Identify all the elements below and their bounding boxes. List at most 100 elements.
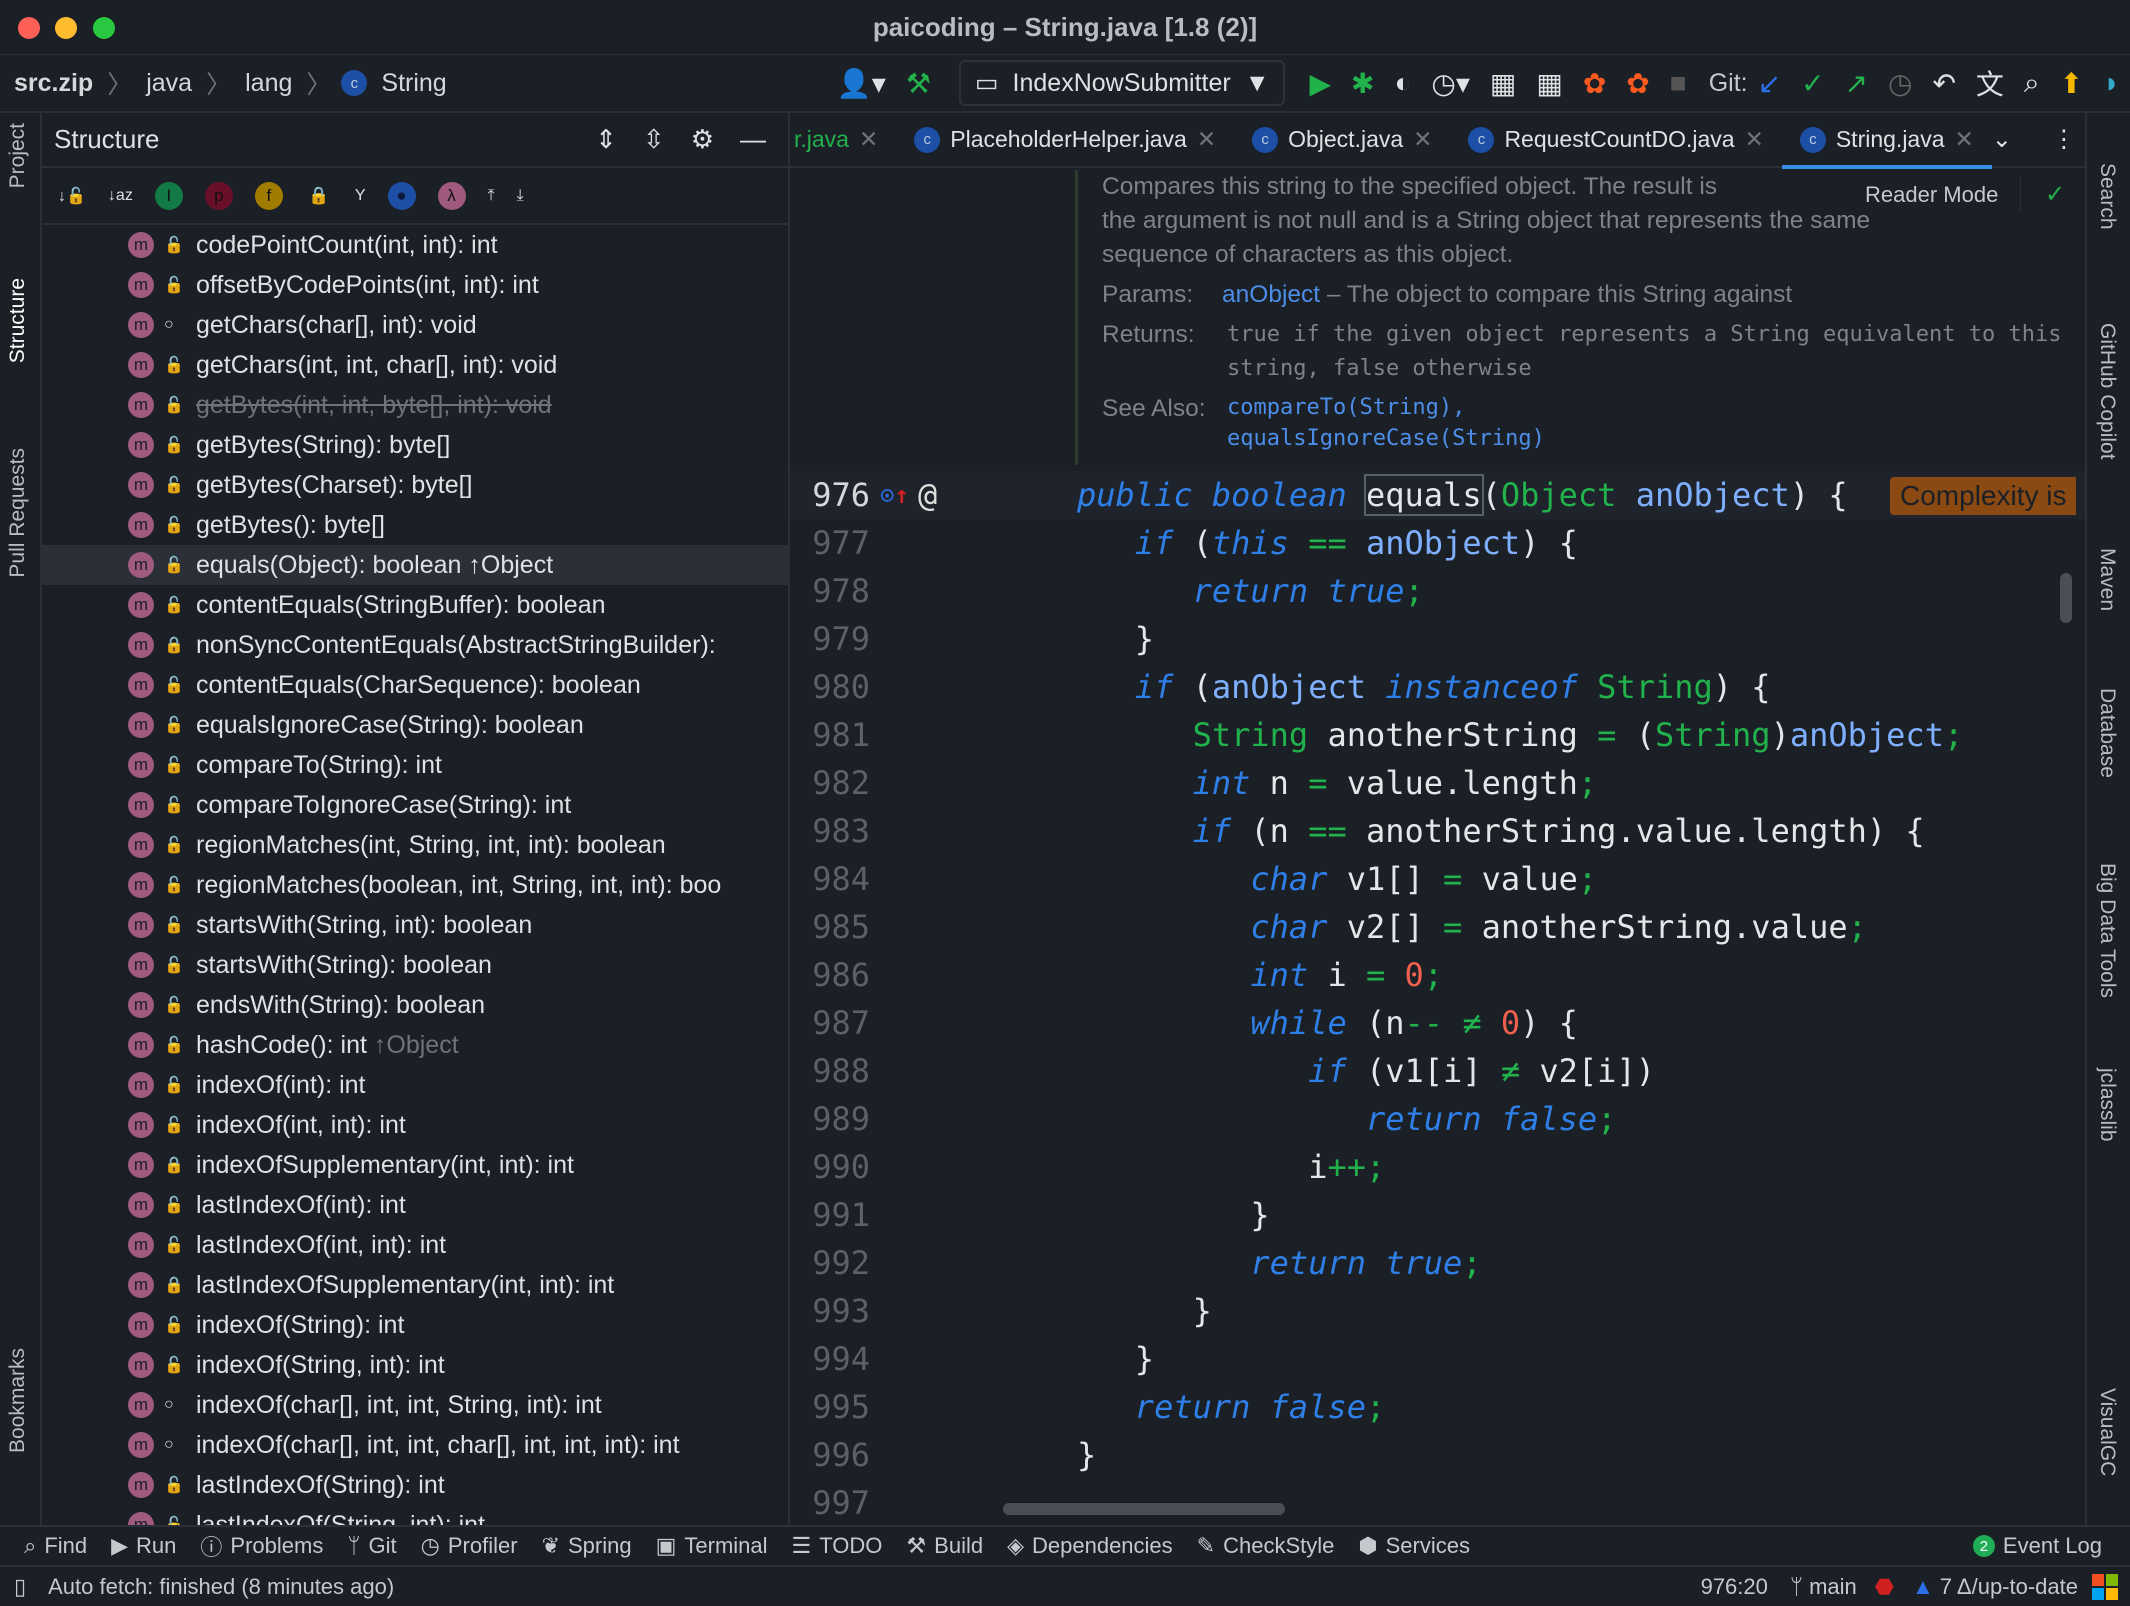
structure-item[interactable]: m ○ indexOf(char[], int, int, String, int)… (42, 1385, 788, 1425)
code-line[interactable]: 977 if (this == anObject) { (790, 519, 2085, 567)
code-line[interactable]: 986 int i = 0; (790, 951, 2085, 999)
reader-mode-toggle[interactable]: Reader Mode (1865, 178, 2022, 212)
tab-object-java[interactable]: c Object.java ✕ (1234, 113, 1450, 167)
toggle-tool-windows-icon[interactable]: ▯ (14, 1574, 26, 1600)
show-inherited-icon[interactable]: I (154, 181, 183, 210)
tool-find[interactable]: ⌕ Find (24, 1533, 87, 1559)
structure-item[interactable]: m ○ getChars(char[], int): void (42, 305, 788, 345)
structure-item[interactable]: m 🔓 getBytes(String): byte[] (42, 425, 788, 465)
tool-todo[interactable]: ☰ TODO (792, 1533, 883, 1559)
structure-item[interactable]: m 🔓 contentEquals(CharSequence): boolean (42, 665, 788, 705)
structure-item[interactable]: m 🔓 getBytes(): byte[] (42, 505, 788, 545)
code-line[interactable]: 996} (790, 1431, 2085, 1479)
structure-item[interactable]: m 🔓 equals(Object): boolean ↑Object (42, 545, 788, 585)
tool-window-pull-requests[interactable]: Pull Requests (6, 448, 30, 578)
structure-item[interactable]: m 🔓 offsetByCodePoints(int, int): int (42, 265, 788, 305)
code-line[interactable]: 991 } (790, 1191, 2085, 1239)
code-line[interactable]: 993 } (790, 1287, 2085, 1335)
see-also-link[interactable]: compareTo(String), (1227, 392, 1545, 423)
expand-all-icon[interactable]: ⇕ (595, 124, 617, 155)
tool-window-project[interactable]: Project (6, 123, 30, 188)
update-icon[interactable]: ⬆ (2060, 67, 2083, 100)
code-line[interactable]: 992 return true; (790, 1239, 2085, 1287)
code-line[interactable]: 994 } (790, 1335, 2085, 1383)
gear-icon[interactable]: ⚙ (691, 124, 714, 155)
tool-window-bookmarks[interactable]: Bookmarks (6, 1348, 30, 1453)
code-line[interactable]: 979 } (790, 615, 2085, 663)
build-hammer-icon[interactable]: ⚒ (906, 67, 931, 100)
tool-problems[interactable]: ⓘ Problems (200, 1530, 323, 1562)
tool-event-log[interactable]: 2 Event Log (1972, 1533, 2102, 1559)
structure-item[interactable]: m 🔓 indexOf(String): int (42, 1305, 788, 1345)
structure-item[interactable]: m 🔓 lastIndexOf(int): int (42, 1185, 788, 1225)
filter-icon[interactable]: Y (355, 187, 366, 205)
code-line[interactable]: 976 public boolean equals(Object anObject… (790, 471, 2085, 519)
structure-item[interactable]: m 🔓 startsWith(String, int): boolean (42, 905, 788, 945)
tool-dependencies[interactable]: ◈ Dependencies (1007, 1533, 1173, 1559)
close-tab-icon[interactable]: ✕ (1745, 126, 1764, 153)
structure-item[interactable]: m 🔓 equalsIgnoreCase(String): boolean (42, 705, 788, 745)
tool-window-jclasslib[interactable]: jclasslib (2095, 1068, 2119, 1142)
structure-item[interactable]: m 🔓 startsWith(String): boolean (42, 945, 788, 985)
code-area[interactable]: 976 public boolean equals(Object anObject… (790, 471, 2085, 1525)
tool-window-maven[interactable]: Maven (2095, 548, 2119, 611)
git-branch[interactable]: main (1809, 1574, 1857, 1600)
run-configuration-dropdown[interactable]: ▭ IndexNowSubmitter ▼ (958, 60, 1286, 106)
structure-item[interactable]: m ○ indexOf(char[], int, int, char[], int,… (42, 1425, 788, 1465)
code-line[interactable]: 978 return true; (790, 567, 2085, 615)
coverage-icon[interactable]: ◐ (1394, 67, 1411, 99)
rollback-icon[interactable]: ↶ (1932, 67, 1955, 100)
overrides-icon[interactable]: ⊙↑ (880, 471, 909, 519)
structure-item[interactable]: m 🔒 lastIndexOfSupplementary(int, int): in… (42, 1265, 788, 1305)
tool-terminal[interactable]: ▣ Terminal (656, 1533, 768, 1559)
git-update-icon[interactable]: ↙ (1758, 67, 1781, 100)
tool-run[interactable]: ▶ Run (111, 1533, 176, 1559)
structure-item[interactable]: m 🔓 compareTo(String): int (42, 745, 788, 785)
see-also-link[interactable]: equalsIgnoreCase(String) (1227, 423, 1545, 454)
breadcrumb-lang[interactable]: lang (245, 69, 292, 98)
autoscroll-from-source-icon[interactable]: ⤓ (517, 187, 524, 205)
show-fields-icon[interactable]: f (254, 181, 283, 210)
remote-run-icon[interactable]: ✿ (1583, 67, 1606, 100)
code-line[interactable]: 990 i++; (790, 1143, 2085, 1191)
tab-r-java[interactable]: r.java ✕ (790, 113, 896, 167)
tool-spring[interactable]: ❦ Spring (542, 1533, 632, 1559)
code-line[interactable]: 985 char v2[] = anotherString.value; (790, 903, 2085, 951)
breadcrumb-string[interactable]: String (381, 69, 446, 98)
tool-profiler[interactable]: ◷ Profiler (421, 1533, 518, 1559)
structure-item[interactable]: m 🔓 indexOf(int, int): int (42, 1105, 788, 1145)
sort-by-visibility-icon[interactable]: ↓🔓 (58, 186, 86, 206)
structure-item[interactable]: m 🔓 getBytes(int, int, byte[], int): void (42, 385, 788, 425)
tool-window-search[interactable]: Search (2095, 163, 2119, 230)
structure-item[interactable]: m 🔓 lastIndexOf(String, int): int (42, 1505, 788, 1525)
remote-debug-icon[interactable]: ✿ (1626, 67, 1649, 100)
more-options-icon[interactable]: ⋮ (2052, 125, 2076, 154)
structure-item[interactable]: m 🔓 hashCode(): int ↑Object (42, 1025, 788, 1065)
sync-status[interactable]: 7 Δ/up-to-date (1940, 1574, 2078, 1600)
breadcrumb-java[interactable]: java (146, 69, 192, 98)
show-properties-icon[interactable]: p (204, 181, 233, 210)
history-icon[interactable]: ◷ (1888, 67, 1912, 100)
code-line[interactable]: 988 if (v1[i] ≠ v2[i]) (790, 1047, 2085, 1095)
run-icon[interactable]: ▶ (1309, 67, 1331, 100)
structure-item[interactable]: m 🔒 indexOfSupplementary(int, int): int (42, 1145, 788, 1185)
translate-icon[interactable]: 文 (1976, 63, 2004, 103)
run-dashboard-icon[interactable]: ▦ (1490, 67, 1516, 100)
inspection-ok-icon[interactable]: ✓ (2045, 178, 2065, 212)
collapse-all-icon[interactable]: ⇳ (643, 124, 665, 155)
structure-item[interactable]: m 🔓 regionMatches(int, String, int, int): … (42, 825, 788, 865)
code-line[interactable]: 983 if (n == anotherString.value.length)… (790, 807, 2085, 855)
hide-icon[interactable]: — (740, 124, 766, 155)
code-line[interactable]: 995 return false; (790, 1383, 2085, 1431)
autoscroll-to-source-icon[interactable]: ⤒ (488, 187, 495, 205)
structure-item[interactable]: m 🔒 nonSyncContentEquals(AbstractStringBui… (42, 625, 788, 665)
stop-icon[interactable]: ■ (1670, 67, 1687, 99)
tool-window-github-copilot[interactable]: GitHub Copilot (2095, 323, 2119, 460)
structure-item[interactable]: m 🔓 indexOf(String, int): int (42, 1345, 788, 1385)
debug-dashboard-icon[interactable]: ▦ (1536, 67, 1562, 100)
close-tab-icon[interactable]: ✕ (1413, 126, 1432, 153)
structure-item[interactable]: m 🔓 regionMatches(boolean, int, String, in… (42, 865, 788, 905)
code-line[interactable]: 981 String anotherString = (String)anObj… (790, 711, 2085, 759)
structure-item[interactable]: m 🔓 endsWith(String): boolean (42, 985, 788, 1025)
tab-requestcountdo-java[interactable]: c RequestCountDO.java ✕ (1450, 113, 1781, 167)
